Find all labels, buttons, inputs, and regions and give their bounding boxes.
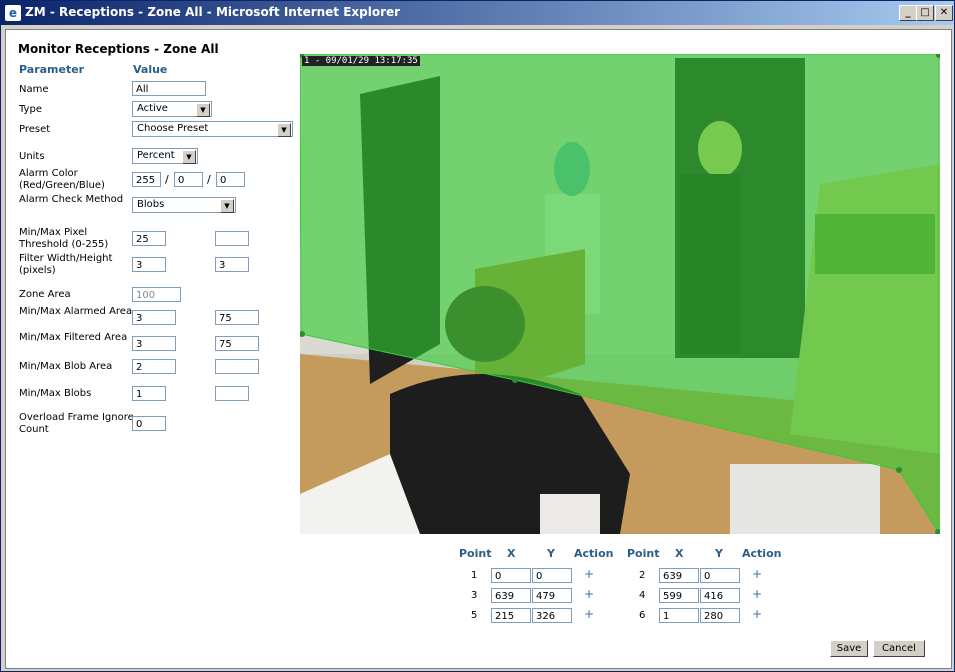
point-y-input[interactable]: 326 bbox=[532, 608, 572, 623]
dropdown-arrow-icon: ▼ bbox=[182, 150, 196, 164]
add-point-icon[interactable]: + bbox=[584, 587, 594, 601]
camera-timestamp: 1 - 09/01/29 13:17:35 bbox=[302, 56, 420, 66]
pixel-threshold-label: Min/Max Pixel Threshold (0-255) bbox=[19, 227, 109, 250]
zone-area-label: Zone Area bbox=[19, 289, 71, 300]
ie-logo-icon: e bbox=[5, 5, 21, 21]
alarm-color-red-input[interactable]: 255 bbox=[132, 172, 161, 187]
param-column-header: Parameter bbox=[19, 63, 85, 76]
min-filtered-area-input[interactable]: 3 bbox=[132, 336, 176, 351]
browser-window: e ZM - Receptions - Zone All - Microsoft… bbox=[0, 0, 955, 672]
name-label: Name bbox=[19, 84, 49, 95]
alarm-check-method-label: Alarm Check Method bbox=[19, 194, 124, 205]
max-alarmed-area-input[interactable]: 75 bbox=[215, 310, 259, 325]
alarm-color-blue-input[interactable]: 0 bbox=[216, 172, 245, 187]
type-select-value: Active bbox=[137, 103, 168, 114]
units-select-value: Percent bbox=[137, 150, 175, 161]
preset-label: Preset bbox=[19, 124, 51, 135]
point-x-input[interactable]: 0 bbox=[491, 568, 531, 583]
dropdown-arrow-icon: ▼ bbox=[277, 123, 291, 137]
minimize-button[interactable]: _ bbox=[899, 5, 917, 21]
overload-frame-label: Overload Frame Ignore Count bbox=[19, 412, 134, 435]
min-alarmed-area-input[interactable]: 3 bbox=[132, 310, 176, 325]
max-pixel-threshold-input[interactable] bbox=[215, 231, 249, 246]
blobs-label: Min/Max Blobs bbox=[19, 388, 92, 399]
point-y-input[interactable]: 280 bbox=[700, 608, 740, 623]
units-select[interactable]: Percent ▼ bbox=[132, 148, 198, 164]
point-x-input[interactable]: 599 bbox=[659, 588, 699, 603]
point-x-input[interactable]: 639 bbox=[659, 568, 699, 583]
close-button[interactable]: ✕ bbox=[935, 5, 953, 21]
x-header: X bbox=[507, 547, 516, 560]
save-button[interactable]: Save bbox=[830, 640, 868, 657]
action-header: Action bbox=[742, 547, 782, 560]
window-title: ZM - Receptions - Zone All - Microsoft I… bbox=[25, 5, 401, 19]
action-header: Action bbox=[574, 547, 614, 560]
type-select[interactable]: Active ▼ bbox=[132, 101, 212, 117]
alarm-color-label: Alarm Color (Red/Green/Blue) bbox=[19, 168, 105, 191]
point-number: 1 bbox=[471, 570, 478, 581]
point-number: 6 bbox=[639, 610, 646, 621]
alarm-check-method-select[interactable]: Blobs ▼ bbox=[132, 197, 236, 213]
add-point-icon[interactable]: + bbox=[584, 567, 594, 581]
separator-slash: / bbox=[165, 173, 169, 186]
filtered-area-label: Min/Max Filtered Area bbox=[19, 332, 128, 343]
point-header: Point bbox=[459, 547, 492, 560]
filter-width-input[interactable]: 3 bbox=[132, 257, 166, 272]
type-label: Type bbox=[19, 104, 42, 115]
blob-area-label: Min/Max Blob Area bbox=[19, 361, 113, 372]
min-blobs-input[interactable]: 1 bbox=[132, 386, 166, 401]
add-point-icon[interactable]: + bbox=[752, 567, 762, 581]
point-x-input[interactable]: 215 bbox=[491, 608, 531, 623]
point-number: 3 bbox=[471, 590, 478, 601]
x-header: X bbox=[675, 547, 684, 560]
point-y-input[interactable]: 479 bbox=[532, 588, 572, 603]
camera-image[interactable]: 1 - 09/01/29 13:17:35 bbox=[300, 54, 940, 534]
maximize-button[interactable]: □ bbox=[916, 5, 934, 21]
point-y-input[interactable]: 0 bbox=[700, 568, 740, 583]
add-point-icon[interactable]: + bbox=[752, 587, 762, 601]
max-filtered-area-input[interactable]: 75 bbox=[215, 336, 259, 351]
name-input[interactable]: All bbox=[132, 81, 206, 96]
point-header: Point bbox=[627, 547, 660, 560]
y-header: Y bbox=[547, 547, 555, 560]
point-number: 4 bbox=[639, 590, 646, 601]
alarm-color-green-input[interactable]: 0 bbox=[174, 172, 203, 187]
min-blob-area-input[interactable]: 2 bbox=[132, 359, 176, 374]
min-pixel-threshold-input[interactable]: 25 bbox=[132, 231, 166, 246]
camera-scene bbox=[300, 54, 940, 534]
value-column-header: Value bbox=[133, 63, 168, 76]
dropdown-arrow-icon: ▼ bbox=[196, 103, 210, 117]
alarm-check-method-value: Blobs bbox=[137, 199, 165, 210]
point-y-input[interactable]: 0 bbox=[532, 568, 572, 583]
dropdown-arrow-icon: ▼ bbox=[220, 199, 234, 213]
point-number: 5 bbox=[471, 610, 478, 621]
filter-size-label: Filter Width/Height (pixels) bbox=[19, 253, 113, 276]
cancel-button[interactable]: Cancel bbox=[873, 640, 925, 657]
units-label: Units bbox=[19, 151, 45, 162]
alarmed-area-label: Min/Max Alarmed Area bbox=[19, 306, 133, 317]
add-point-icon[interactable]: + bbox=[584, 607, 594, 621]
preset-select[interactable]: Choose Preset ▼ bbox=[132, 121, 293, 137]
y-header: Y bbox=[715, 547, 723, 560]
title-bar: e ZM - Receptions - Zone All - Microsoft… bbox=[1, 1, 954, 25]
max-blob-area-input[interactable] bbox=[215, 359, 259, 374]
max-blobs-input[interactable] bbox=[215, 386, 249, 401]
point-y-input[interactable]: 416 bbox=[700, 588, 740, 603]
page-content: Monitor Receptions - Zone All Parameter … bbox=[5, 29, 952, 669]
separator-slash: / bbox=[207, 173, 211, 186]
zone-area-input: 100 bbox=[132, 287, 181, 302]
add-point-icon[interactable]: + bbox=[752, 607, 762, 621]
overload-frame-input[interactable]: 0 bbox=[132, 416, 166, 431]
page-title: Monitor Receptions - Zone All bbox=[18, 42, 219, 56]
point-number: 2 bbox=[639, 570, 646, 581]
point-x-input[interactable]: 639 bbox=[491, 588, 531, 603]
filter-height-input[interactable]: 3 bbox=[215, 257, 249, 272]
preset-select-value: Choose Preset bbox=[137, 123, 209, 134]
point-x-input[interactable]: 1 bbox=[659, 608, 699, 623]
